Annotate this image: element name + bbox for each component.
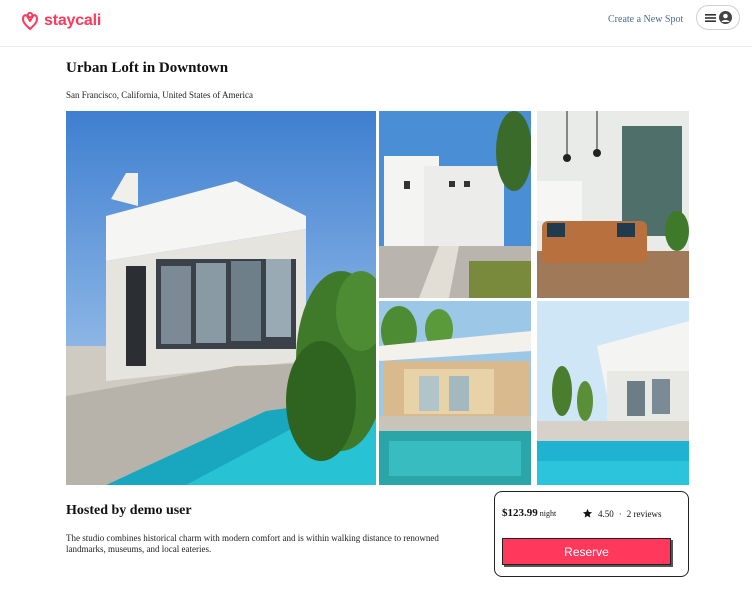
- navbar: staycali Create a New Spot: [0, 0, 752, 47]
- spot-image-3: [537, 111, 689, 298]
- spot-image-2: [379, 111, 531, 298]
- spot-description: The studio combines historical charm wit…: [66, 533, 439, 554]
- logo-link[interactable]: staycali: [21, 11, 101, 31]
- price-value: $123.99: [502, 507, 538, 519]
- rating-separator: ·: [618, 508, 622, 519]
- spot-image-5: [537, 301, 689, 485]
- star-icon: [582, 508, 593, 518]
- hamburger-icon: [704, 13, 716, 22]
- rating-summary: 4.50 · 2 reviews: [582, 508, 662, 519]
- spot-location: San Francisco, California, United States…: [66, 90, 253, 100]
- spot-main-image: [66, 111, 376, 485]
- booking-callout: $123.99 night 4.50 · 2 reviews Reserve: [494, 491, 689, 577]
- price-unit: night: [539, 509, 557, 518]
- logo-icon: [22, 11, 38, 30]
- spot-title: Urban Loft in Downtown: [66, 60, 229, 76]
- reserve-button[interactable]: Reserve: [502, 538, 671, 565]
- profile-menu-button[interactable]: [696, 5, 740, 30]
- logo-text: staycali: [44, 12, 102, 29]
- review-count: 2 reviews: [626, 508, 662, 519]
- create-spot-link[interactable]: Create a New Spot: [608, 14, 683, 25]
- user-circle-icon: [718, 11, 732, 24]
- rating-value: 4.50: [598, 508, 614, 519]
- spot-image-4: [379, 301, 531, 485]
- host-heading: Hosted by demo user: [66, 503, 192, 518]
- price-display: $123.99 night: [502, 507, 556, 519]
